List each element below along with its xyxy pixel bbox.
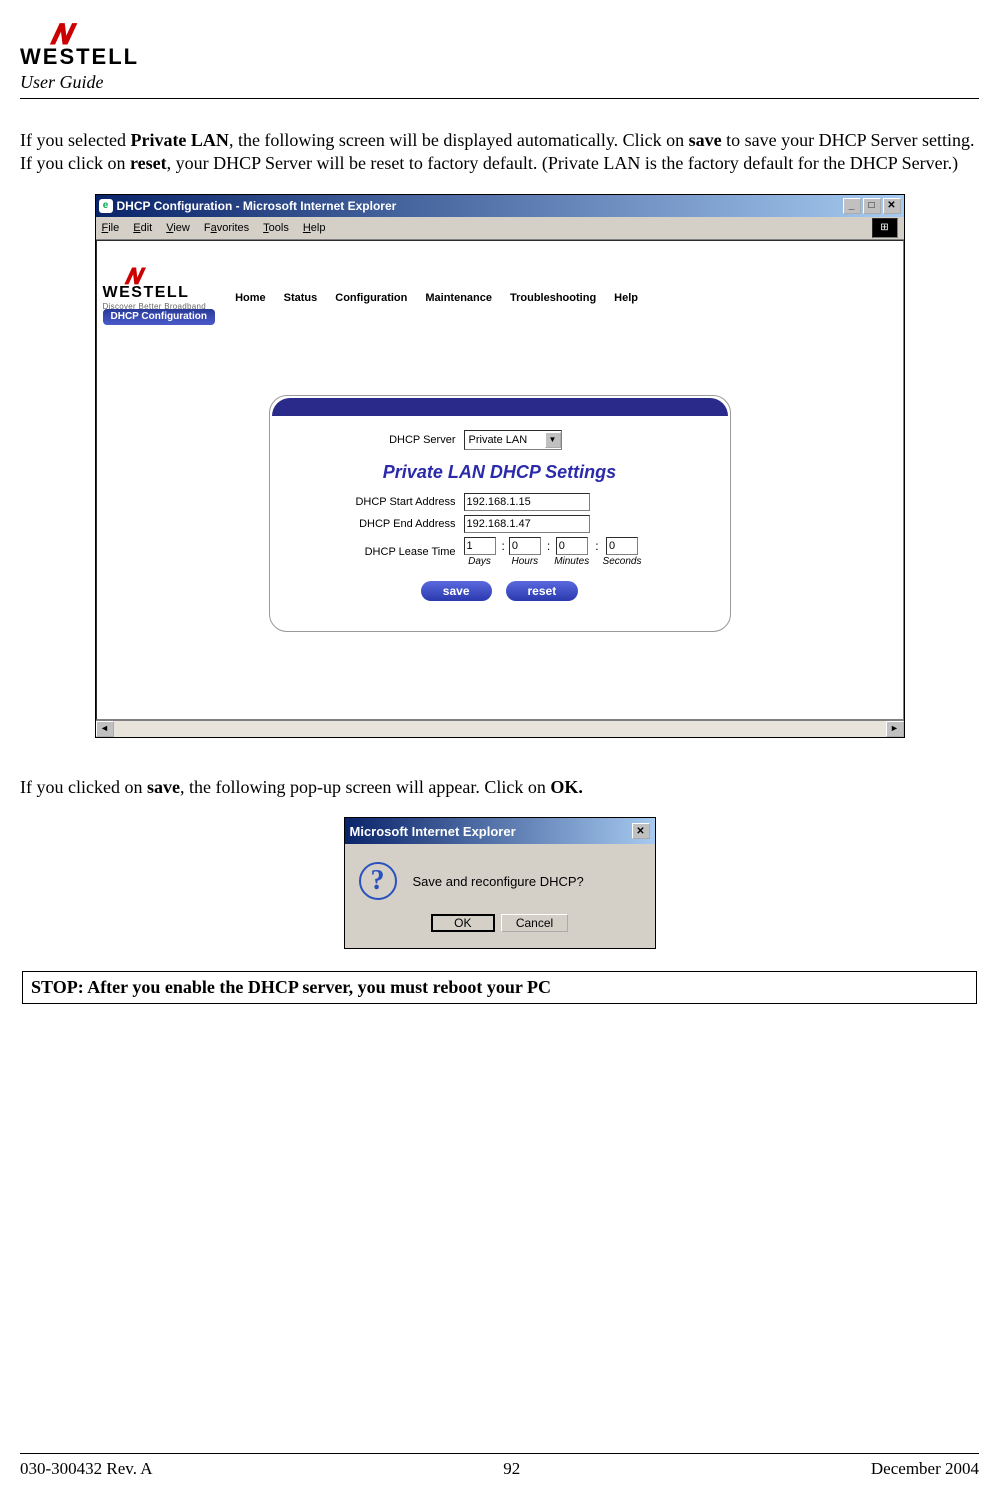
lease-minutes-unit: Minutes [554,556,589,567]
menu-favorites[interactable]: Favorites [204,222,249,234]
lease-days-unit: Days [468,556,491,567]
chevron-down-icon[interactable]: ▼ [545,432,561,448]
lease-days-input[interactable] [464,537,496,555]
panel-heading: Private LAN DHCP Settings [270,462,730,483]
end-address-input[interactable] [464,515,590,533]
close-button[interactable]: ✕ [883,198,901,214]
scroll-track[interactable] [114,721,886,737]
scroll-left-icon[interactable]: ◄ [96,721,114,737]
dhcp-server-label: DHCP Server [336,434,464,446]
ie-throbber-icon: ⊞ [872,218,898,238]
dhcp-server-value: Private LAN [465,434,545,446]
start-address-input[interactable] [464,493,590,511]
maximize-button[interactable]: □ [863,198,881,214]
lease-seconds-input[interactable] [606,537,638,555]
nav-home[interactable]: Home [226,289,275,307]
lease-time-label: DHCP Lease Time [336,546,464,558]
lease-seconds-unit: Seconds [603,556,642,567]
nav-maintenance[interactable]: Maintenance [416,289,501,307]
cancel-button[interactable]: Cancel [501,914,568,932]
separator: : [498,539,509,553]
question-icon: ? [359,862,397,900]
sub-tab-dhcp-config[interactable]: DHCP Configuration [103,309,215,325]
separator: : [543,539,554,553]
window-title: DHCP Configuration - Microsoft Internet … [117,199,841,213]
footer-rule [20,1453,979,1454]
ok-button[interactable]: OK [431,914,495,932]
confirm-dialog: Microsoft Internet Explorer ✕ ? Save and… [344,817,656,949]
dialog-close-button[interactable]: ✕ [632,823,650,839]
brand-name: WESTELL [20,44,139,69]
dhcp-settings-panel: DHCP Server Private LAN ▼ Private LAN DH… [269,395,731,632]
reset-button[interactable]: reset [506,581,579,601]
lease-minutes-input[interactable] [556,537,588,555]
page-number: 92 [153,1459,871,1479]
menu-edit[interactable]: Edit [133,222,152,234]
lease-hours-unit: Hours [512,556,539,567]
dialog-message: Save and reconfigure DHCP? [413,874,584,889]
document-type-label: User Guide [20,72,979,93]
horizontal-scrollbar[interactable]: ◄ ► [96,720,904,737]
start-address-label: DHCP Start Address [336,496,464,508]
nav-configuration[interactable]: Configuration [326,289,416,307]
browser-window: e DHCP Configuration - Microsoft Interne… [95,194,905,738]
nav-help[interactable]: Help [605,289,647,307]
menu-help[interactable]: Help [303,222,326,234]
panel-top-bar [272,398,728,416]
lease-hours-input[interactable] [509,537,541,555]
menu-tools[interactable]: Tools [263,222,289,234]
page-footer: 030-300432 Rev. A 92 December 2004 [20,1453,979,1479]
browser-content: 𝑵 WESTELL Discover Better Broadband Home… [96,240,904,720]
dhcp-server-select[interactable]: Private LAN ▼ [464,430,562,450]
app-brand-name: WESTELL [103,284,207,302]
nav-troubleshooting[interactable]: Troubleshooting [501,289,605,307]
end-address-label: DHCP End Address [336,518,464,530]
separator: : [591,539,602,553]
nav-status[interactable]: Status [275,289,327,307]
menu-file[interactable]: File [102,222,120,234]
app-icon: e [99,199,113,213]
page-header-logo: 𝑵 WESTELL [20,20,139,70]
scroll-right-icon[interactable]: ► [886,721,904,737]
save-button[interactable]: save [421,581,492,601]
intro-paragraph-1: If you selected Private LAN, the followi… [20,129,979,176]
menu-view[interactable]: View [166,222,190,234]
app-logo: 𝑵 WESTELL Discover Better Broadband [103,264,207,311]
minimize-button[interactable]: _ [843,198,861,214]
intro-paragraph-2: If you clicked on save, the following po… [20,776,979,799]
main-nav: Home Status Configuration Maintenance Tr… [226,289,902,307]
stop-note: STOP: After you enable the DHCP server, … [22,971,977,1004]
window-title-bar: e DHCP Configuration - Microsoft Interne… [96,195,904,217]
dialog-title: Microsoft Internet Explorer [350,824,630,839]
doc-date: December 2004 [871,1459,979,1479]
header-rule [20,98,979,99]
dialog-title-bar: Microsoft Internet Explorer ✕ [345,818,655,844]
doc-revision: 030-300432 Rev. A [20,1459,153,1479]
menu-bar: File Edit View Favorites Tools Help ⊞ [96,217,904,240]
